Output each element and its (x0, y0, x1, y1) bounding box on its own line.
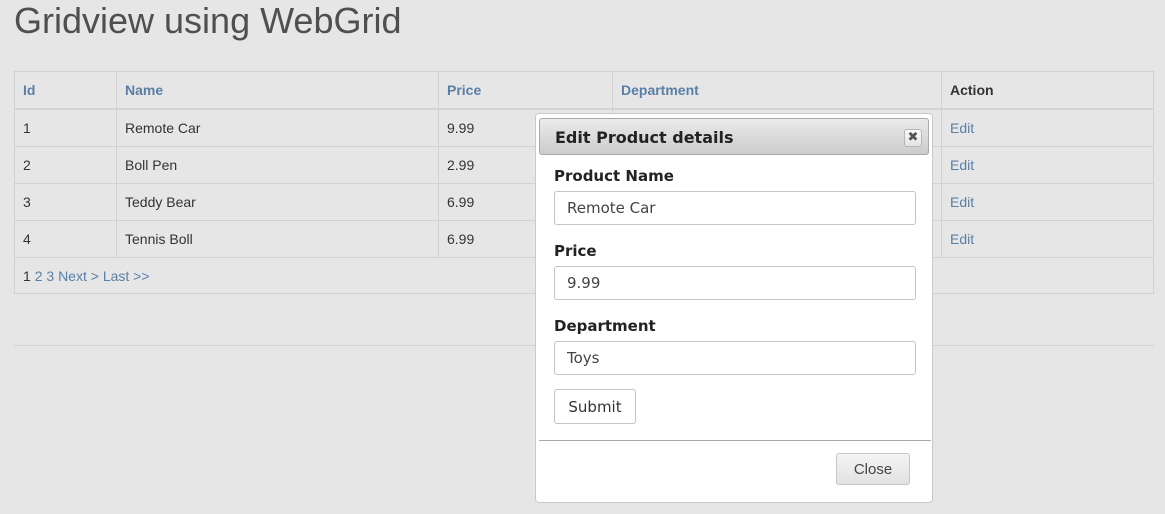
edit-link[interactable]: Edit (950, 194, 974, 210)
department-label: Department (554, 317, 656, 335)
column-header-name[interactable]: Name (116, 71, 439, 110)
product-name-label: Product Name (554, 167, 674, 185)
cell-name: Remote Car (116, 108, 439, 147)
column-header-action: Action (941, 71, 1154, 110)
pager-current-page: 1 (23, 267, 31, 284)
pager-last-link[interactable]: Last >> (103, 268, 150, 284)
column-header-id[interactable]: Id (14, 71, 117, 110)
pager-page-3[interactable]: 3 (46, 268, 54, 284)
close-button[interactable]: Close (836, 453, 910, 485)
sort-link-department[interactable]: Department (621, 82, 699, 98)
price-input[interactable] (554, 266, 916, 300)
edit-product-dialog: Edit Product details ✖ Product Name Pric… (535, 113, 933, 503)
cell-id: 3 (14, 183, 117, 221)
cell-action: Edit (941, 183, 1154, 221)
cell-action: Edit (941, 220, 1154, 258)
cell-id: 4 (14, 220, 117, 258)
cell-id: 1 (14, 108, 117, 147)
sort-link-name[interactable]: Name (125, 82, 163, 98)
edit-link[interactable]: Edit (950, 231, 974, 247)
product-name-input[interactable] (554, 191, 916, 225)
pager-links: 1 2 3 Next > Last >> (23, 268, 150, 284)
pager-next-link[interactable]: Next > (58, 268, 99, 284)
department-input[interactable] (554, 341, 916, 375)
close-icon[interactable]: ✖ (904, 129, 922, 147)
cell-action: Edit (941, 108, 1154, 147)
grid-header-row: Id Name Price Department Action (14, 71, 1154, 110)
column-header-price[interactable]: Price (438, 71, 613, 110)
submit-button[interactable]: Submit (554, 389, 636, 424)
edit-link[interactable]: Edit (950, 157, 974, 173)
cell-id: 2 (14, 146, 117, 184)
cell-name: Tennis Boll (116, 220, 439, 258)
dialog-titlebar[interactable]: Edit Product details ✖ (539, 118, 929, 155)
pager-page-2[interactable]: 2 (35, 268, 43, 284)
sort-link-id[interactable]: Id (23, 82, 35, 98)
price-label: Price (554, 242, 597, 260)
column-header-department[interactable]: Department (612, 71, 942, 110)
edit-link[interactable]: Edit (950, 120, 974, 136)
page-title: Gridview using WebGrid (14, 0, 402, 41)
dialog-button-separator (539, 440, 931, 441)
cell-name: Teddy Bear (116, 183, 439, 221)
cell-name: Boll Pen (116, 146, 439, 184)
dialog-title: Edit Product details (555, 128, 734, 147)
cell-action: Edit (941, 146, 1154, 184)
sort-link-price[interactable]: Price (447, 82, 481, 98)
